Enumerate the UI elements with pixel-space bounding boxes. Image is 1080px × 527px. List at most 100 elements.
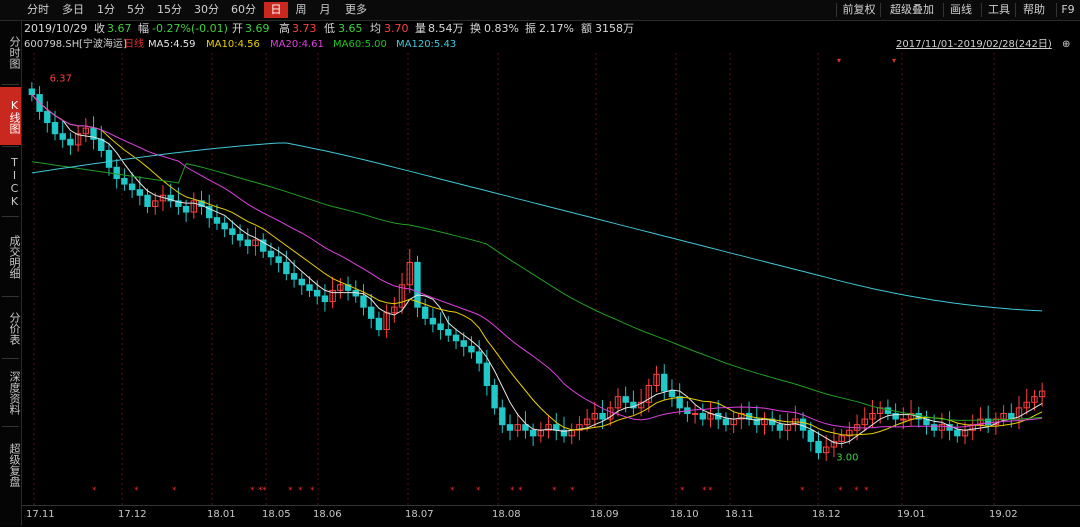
quote-info-bar: 2019/10/29 收 3.67 幅 -0.27%(-0.01) 开 3.69… bbox=[0, 21, 1080, 37]
candle-body bbox=[414, 261, 421, 308]
candle-body bbox=[499, 407, 506, 426]
event-star-icon: * bbox=[838, 486, 843, 496]
candle-body bbox=[136, 189, 144, 196]
candle-body bbox=[283, 261, 290, 275]
sidebar-divider bbox=[2, 296, 19, 297]
kline-type[interactable]: 日线 bbox=[124, 37, 144, 53]
candle-body bbox=[267, 250, 275, 258]
candle-body bbox=[105, 150, 113, 168]
period-tab-8[interactable]: 周 bbox=[290, 2, 312, 18]
sidebar-divider bbox=[2, 358, 19, 359]
x-tick-label: 18.06 bbox=[313, 509, 342, 520]
event-star-icon: * bbox=[570, 486, 575, 496]
quote-date: 2019/10/29 bbox=[24, 22, 88, 35]
low-annotation: 3.00 bbox=[836, 453, 858, 464]
amp-value: 2.17% bbox=[539, 22, 574, 35]
amt-value: 3158万 bbox=[595, 22, 634, 35]
candle-body bbox=[375, 317, 383, 331]
low-value: 3.65 bbox=[338, 22, 363, 35]
candle-body bbox=[28, 88, 36, 96]
toolbar-right-3[interactable]: 工具 bbox=[983, 2, 1015, 18]
candle-body bbox=[930, 424, 938, 431]
candle-body bbox=[44, 110, 51, 124]
candle-body bbox=[622, 396, 629, 403]
toolbar-separator bbox=[1015, 3, 1016, 17]
stock-name: [宁波海运] bbox=[79, 39, 127, 50]
sidebar-divider bbox=[2, 146, 19, 147]
candle-body bbox=[121, 177, 128, 185]
period-tab-5[interactable]: 30分 bbox=[189, 2, 224, 18]
x-tick-label: 17.12 bbox=[118, 509, 147, 520]
sidebar-divider bbox=[2, 216, 19, 217]
candle-body bbox=[506, 424, 514, 431]
candle-body bbox=[553, 424, 560, 431]
x-tick-label: 18.08 bbox=[492, 509, 521, 520]
period-tab-9[interactable]: 月 bbox=[314, 2, 336, 18]
candle-body bbox=[236, 233, 244, 241]
candle-body bbox=[776, 424, 784, 431]
left-sidebar: 分时图 K线图 TICK 成交明细分价表深度资料超级复盘 bbox=[0, 21, 22, 526]
period-tab-7[interactable]: 日 bbox=[264, 2, 288, 18]
avg-value: 3.70 bbox=[384, 22, 409, 35]
event-star-icon: * bbox=[552, 486, 557, 496]
vol-value: 8.54万 bbox=[428, 22, 464, 35]
sidebar-tab-1[interactable]: K线图 bbox=[0, 87, 21, 145]
candle-body bbox=[599, 412, 606, 420]
avg-label: 均 bbox=[370, 22, 381, 35]
candle-body bbox=[98, 138, 105, 152]
period-tab-2[interactable]: 1分 bbox=[92, 2, 120, 18]
period-tab-10[interactable]: 更多 bbox=[341, 2, 371, 18]
toolbar-right-2[interactable]: 画线 bbox=[945, 2, 977, 18]
x-axis: 17.11 17.12 18.01 18.05 18.06 18.07 18.08 18.09… bbox=[22, 505, 1080, 527]
candle-body bbox=[128, 183, 136, 191]
event-star-icon: * bbox=[800, 486, 805, 496]
sidebar-tab-4[interactable]: 分价表 bbox=[0, 299, 21, 357]
toolbar-right-1[interactable]: 超级叠加 bbox=[882, 2, 942, 18]
ma120-legend: MA120:5.43 bbox=[396, 39, 457, 50]
sidebar-tab-0[interactable]: 分时图 bbox=[0, 23, 21, 81]
change-label: 幅 bbox=[138, 22, 149, 35]
sidebar-tab-6[interactable]: 超级复盘 bbox=[0, 429, 21, 501]
period-tab-0[interactable]: 分时 bbox=[22, 2, 54, 18]
period-tab-1[interactable]: 多日 bbox=[56, 2, 90, 18]
candle-body bbox=[445, 329, 452, 336]
sidebar-tab-5[interactable]: 深度资料 bbox=[0, 361, 21, 425]
date-range[interactable]: 2017/11/01-2019/02/28(242日) bbox=[896, 37, 1052, 53]
ma60-line bbox=[31, 161, 1043, 421]
toolbar-right-5[interactable]: F9 bbox=[1058, 2, 1078, 18]
period-tab-4[interactable]: 15分 bbox=[152, 2, 187, 18]
x-tick-label: 18.12 bbox=[812, 509, 841, 520]
sidebar-tab-3[interactable]: 成交明细 bbox=[0, 219, 21, 295]
event-star-icon: * bbox=[680, 486, 685, 496]
open-label: 开 bbox=[232, 22, 243, 35]
period-tab-3[interactable]: 5分 bbox=[122, 2, 150, 18]
kline-chart[interactable]: 6.373.00* * * * * * * * * * * * * * * * * * * * * *▾ ▾ bbox=[22, 53, 1080, 505]
candle-body bbox=[360, 295, 367, 308]
vol-label: 量 bbox=[415, 22, 426, 35]
candle-body bbox=[144, 194, 151, 207]
event-star-icon: * bbox=[854, 486, 859, 496]
candle-body bbox=[182, 205, 190, 213]
toolbar: 分时 多日 1分 5分 15分 30分 60分日周月更多 前复权 超级叠加 画线 工具 帮助 F9 bbox=[0, 0, 1080, 21]
candle-body bbox=[51, 122, 59, 135]
ma5-line bbox=[31, 94, 1043, 445]
x-tick-label: 18.07 bbox=[405, 509, 434, 520]
event-star-icon: * bbox=[510, 486, 515, 496]
toolbar-right-0[interactable]: 前复权 bbox=[838, 2, 880, 18]
candle-body bbox=[661, 373, 668, 392]
candle-body bbox=[954, 429, 961, 437]
sidebar-tab-2[interactable]: TICK bbox=[0, 149, 21, 215]
event-star-icon: * bbox=[450, 486, 455, 496]
candle-body bbox=[321, 295, 329, 303]
toolbar-right-4[interactable]: 帮助 bbox=[1017, 2, 1051, 18]
chart-settings-icon[interactable]: ⊕ bbox=[1062, 37, 1070, 53]
candle-body bbox=[421, 306, 429, 319]
period-tab-6[interactable]: 60分 bbox=[226, 2, 261, 18]
candle-body bbox=[244, 239, 251, 247]
x-tick-label: 18.05 bbox=[262, 509, 291, 520]
x-tick-label: 18.11 bbox=[725, 509, 754, 520]
x-tick-label: 19.02 bbox=[989, 509, 1018, 520]
ma60-legend: MA60:5.00 bbox=[333, 39, 387, 50]
candle-body bbox=[699, 412, 707, 420]
low-label: 低 bbox=[324, 22, 335, 35]
